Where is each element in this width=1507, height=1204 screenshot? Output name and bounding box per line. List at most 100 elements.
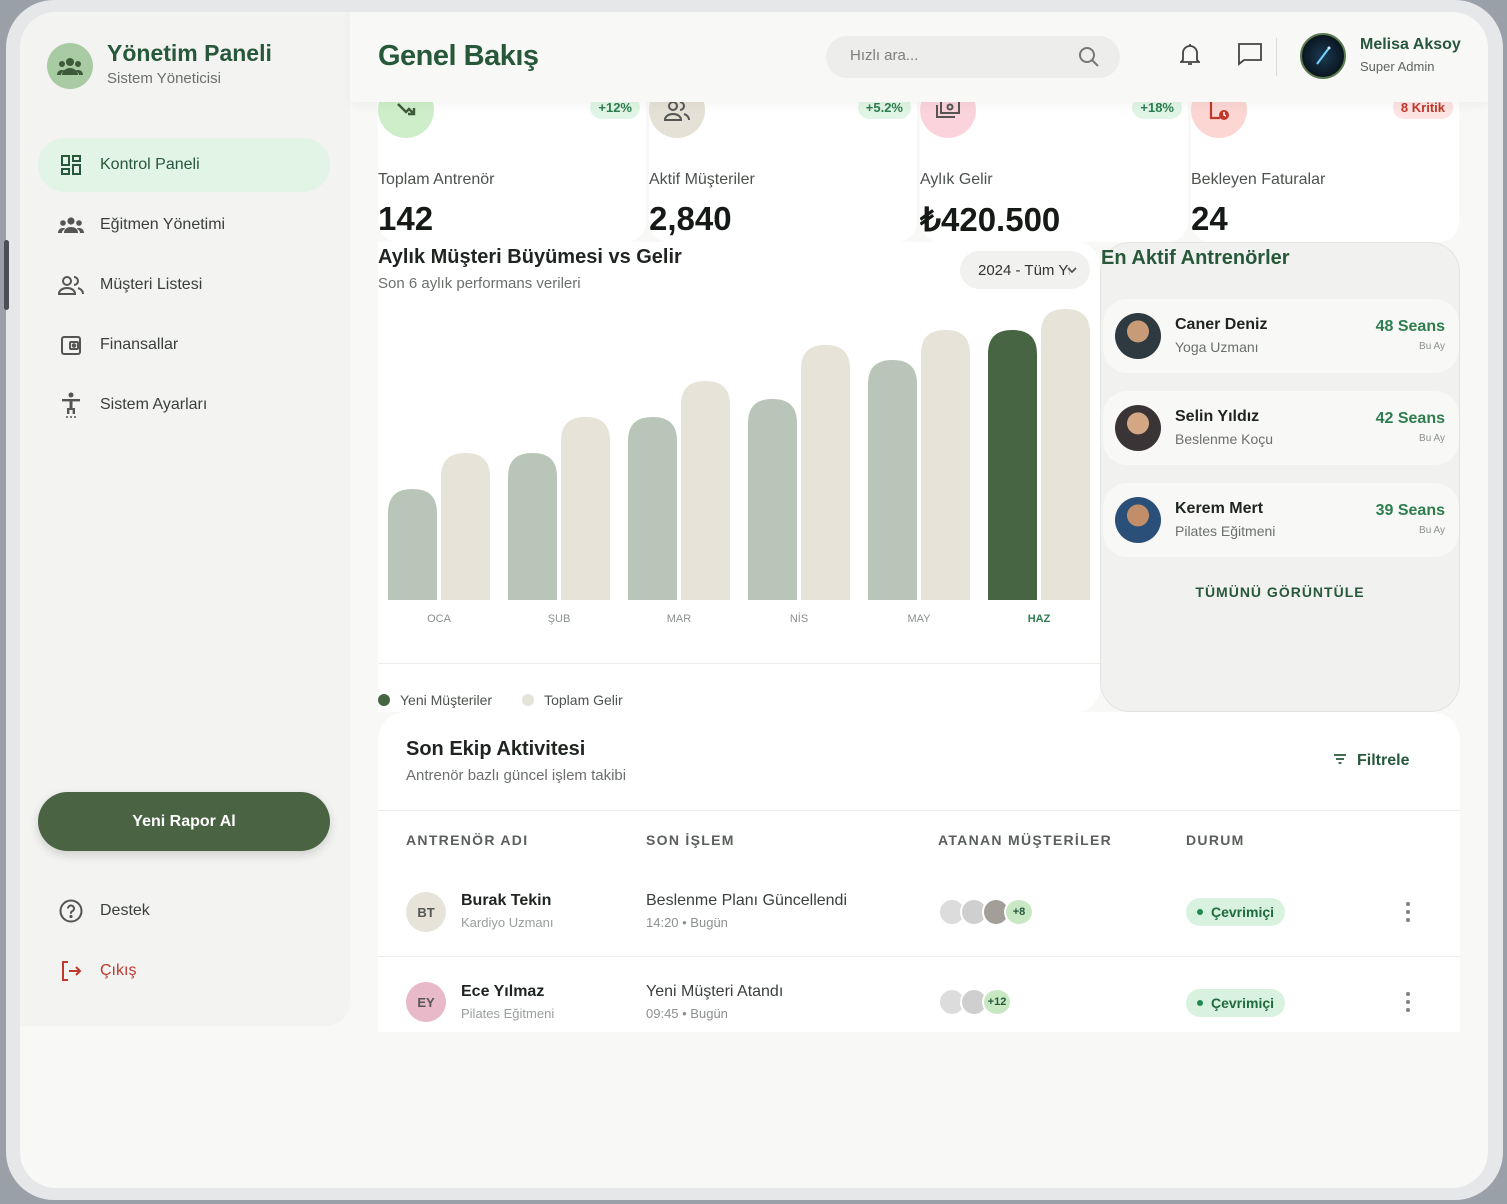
growth-chart-card: Aylık Müşteri Büyümesi vs Gelir Son 6 ay…	[378, 242, 1100, 712]
logout-icon	[58, 958, 84, 984]
trainer-name: Selin Yıldız	[1175, 408, 1260, 425]
initials-avatar: EY	[406, 982, 446, 1022]
brand-subtitle: Sistem Yöneticisi	[107, 70, 221, 87]
bar-new-customers[interactable]	[388, 489, 437, 600]
sidebar-item-label: Eğitmen Yönetimi	[100, 216, 226, 233]
stat-label: Aylık Gelir	[920, 171, 993, 188]
trainers-title: En Aktif Antrenörler	[1101, 247, 1290, 269]
logout-link[interactable]: Çıkış	[38, 944, 330, 998]
trainer-period: Bu Ay	[1419, 433, 1445, 444]
initials-avatar: BT	[406, 892, 446, 932]
row-trainer-role: Pilates Eğitmeni	[461, 1006, 555, 1021]
sidebar-item-trainers[interactable]: Eğitmen Yönetimi	[38, 198, 330, 252]
x-axis-label: HAZ	[1028, 613, 1051, 625]
chevron-down-icon	[1066, 263, 1078, 280]
row-divider	[378, 956, 1460, 957]
status-label: Çevrimiçi	[1211, 904, 1275, 920]
trainer-role: Beslenme Koçu	[1175, 431, 1274, 447]
trainer-period: Bu Ay	[1419, 525, 1445, 536]
new-report-button[interactable]: Yeni Rapor Al	[38, 792, 330, 851]
wallet-icon	[58, 332, 84, 358]
people-icon	[58, 272, 84, 298]
avatar[interactable]	[1300, 33, 1346, 79]
user-role: Super Admin	[1360, 59, 1435, 74]
bar-new-customers[interactable]	[988, 330, 1037, 600]
x-axis-label: OCA	[427, 613, 452, 625]
period-select[interactable]: 2024 - Tüm Yıl	[960, 251, 1090, 289]
stat-value: 142	[378, 200, 434, 237]
sidebar-item-settings[interactable]: Sistem Ayarları	[38, 378, 330, 432]
brand-logo	[47, 43, 93, 89]
row-more-menu-icon[interactable]	[1398, 900, 1418, 924]
sidebar-item-label: Finansallar	[100, 336, 179, 353]
search-icon[interactable]	[1078, 46, 1100, 73]
online-dot	[1197, 1000, 1203, 1006]
sidebar-item-finance[interactable]: Finansallar	[38, 318, 330, 372]
support-label: Destek	[100, 902, 150, 919]
support-link[interactable]: Destek	[38, 884, 330, 938]
bar-new-customers[interactable]	[868, 360, 917, 600]
header-divider	[1276, 38, 1277, 76]
stat-label: Toplam Antrenör	[378, 171, 495, 188]
trainer-card[interactable]: Selin Yıldız Beslenme Koçu 42 Seans Bu A…	[1103, 391, 1459, 465]
bar-revenue[interactable]	[1041, 309, 1090, 600]
bar-revenue[interactable]	[801, 345, 850, 600]
bar-new-customers[interactable]	[628, 417, 677, 600]
row-time: 14:20 • Bugün	[646, 915, 728, 930]
column-header: ATANAN MÜŞTERİLER	[938, 832, 1113, 848]
status-label: Çevrimiçi	[1211, 995, 1275, 1011]
x-axis-label: ŞUB	[548, 613, 571, 625]
trainer-period: Bu Ay	[1419, 341, 1445, 352]
trainer-card[interactable]: Caner Deniz Yoga Uzmanı 48 Seans Bu Ay	[1103, 299, 1459, 373]
groups-icon	[57, 58, 83, 75]
trainer-sessions: 39 Seans	[1375, 502, 1445, 519]
filter-label: Filtrele	[1357, 752, 1410, 769]
bar-revenue[interactable]	[441, 453, 490, 600]
team-activity-card: Son Ekip Aktivitesi Antrenör bazlı günce…	[378, 712, 1460, 1032]
help-icon	[58, 898, 84, 924]
accessibility-icon	[58, 392, 84, 418]
activity-divider	[378, 810, 1460, 811]
sidebar-item-label: Müşteri Listesi	[100, 276, 203, 293]
legend-item-new: Yeni Müşteriler	[378, 692, 492, 708]
brand-title: Yönetim Paneli	[107, 40, 272, 66]
trainer-name: Kerem Mert	[1175, 500, 1264, 517]
trainer-photo	[1115, 497, 1161, 543]
filter-button[interactable]: Filtrele	[1333, 752, 1409, 770]
assigned-clients-stack[interactable]: +12	[938, 988, 1012, 1016]
bar-new-customers[interactable]	[508, 453, 557, 600]
more-clients-badge: +12	[982, 988, 1012, 1016]
logout-label: Çıkış	[100, 962, 137, 979]
row-trainer-role: Kardiyo Uzmanı	[461, 915, 554, 930]
stat-label: Bekleyen Faturalar	[1191, 171, 1326, 188]
bar-new-customers[interactable]	[748, 399, 797, 600]
status-badge: Çevrimiçi	[1186, 989, 1286, 1017]
legend-label: Yeni Müşteriler	[400, 692, 493, 708]
page-title: Genel Bakış	[378, 40, 539, 72]
trainer-name: Caner Deniz	[1175, 316, 1268, 333]
chart-title: Aylık Müşteri Büyümesi vs Gelir	[378, 246, 682, 268]
sidebar-item-customers[interactable]: Müşteri Listesi	[38, 258, 330, 312]
bar-revenue[interactable]	[681, 381, 730, 600]
notification-bell-icon[interactable]	[1176, 40, 1204, 68]
row-time: 09:45 • Bugün	[646, 1006, 728, 1021]
sidebar-item-dashboard[interactable]: Kontrol Paneli	[38, 138, 330, 192]
bar-revenue[interactable]	[561, 417, 610, 600]
stat-label: Aktif Müşteriler	[649, 171, 755, 188]
user-name: Melisa Aksoy	[1360, 36, 1461, 53]
stat-value: 2,840	[649, 200, 732, 237]
row-more-menu-icon[interactable]	[1398, 990, 1418, 1014]
view-all-trainers-link[interactable]: TÜMÜNÜ GÖRÜNTÜLE	[1101, 584, 1459, 600]
row-last-action: Beslenme Planı Güncellendi	[646, 892, 848, 909]
top-header: Genel Bakış Melisa Aksoy Super Admin	[350, 12, 1488, 102]
trainer-role: Yoga Uzmanı	[1175, 339, 1259, 355]
search-input[interactable]	[850, 47, 1050, 64]
sidebar-item-label: Kontrol Paneli	[100, 156, 200, 173]
stat-value: 24	[1191, 200, 1228, 237]
bar-revenue[interactable]	[921, 330, 970, 600]
chart-subtitle: Son 6 aylık performans verileri	[378, 275, 581, 292]
trainer-card[interactable]: Kerem Mert Pilates Eğitmeni 39 Seans Bu …	[1103, 483, 1459, 557]
chat-icon[interactable]	[1236, 40, 1264, 68]
row-trainer-name: Ece Yılmaz	[461, 983, 545, 1000]
assigned-clients-stack[interactable]: +8	[938, 898, 1034, 926]
